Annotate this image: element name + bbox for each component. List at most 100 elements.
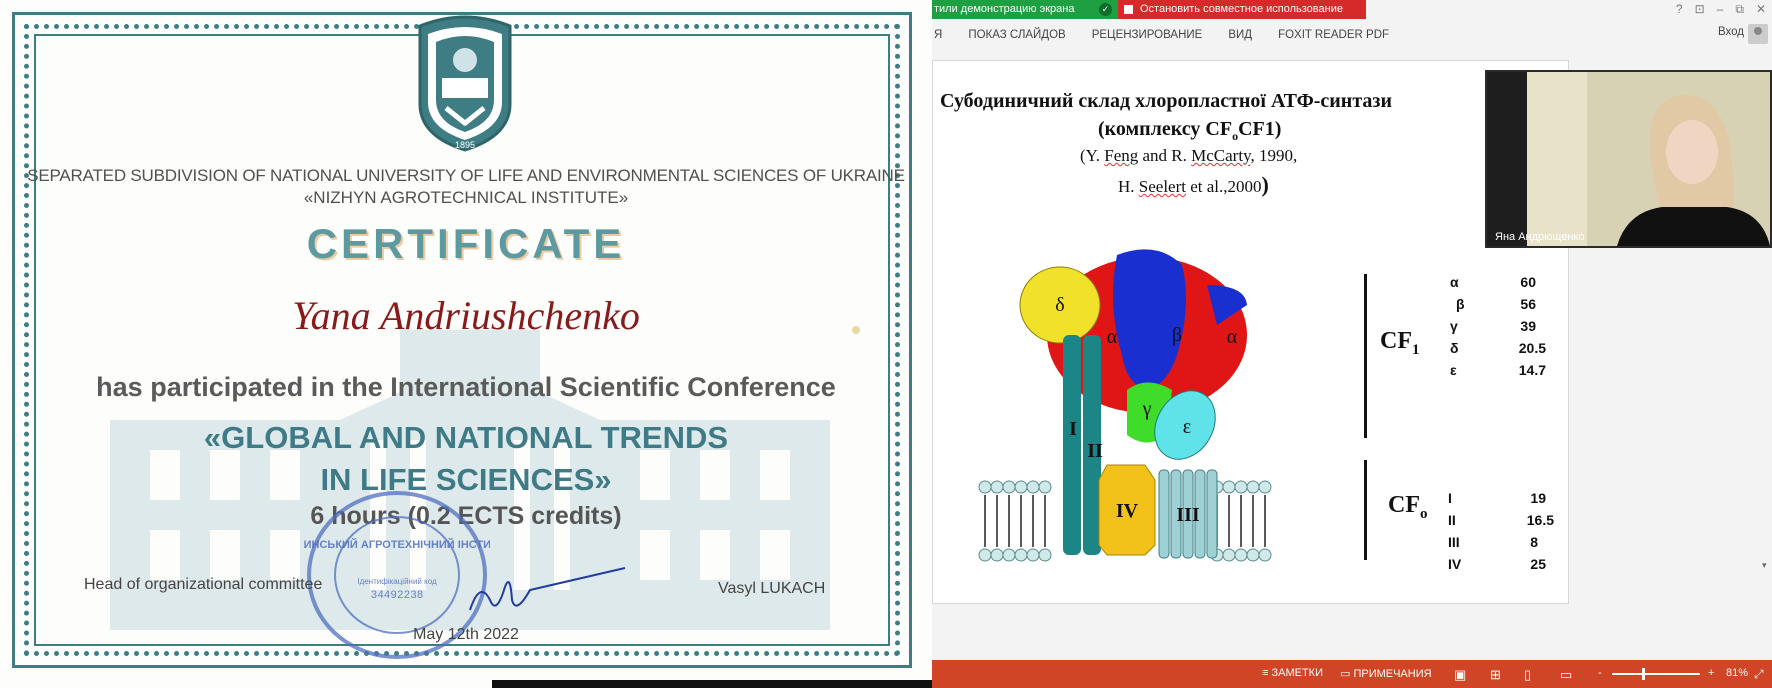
table-row: ε 14.7 — [1450, 362, 1554, 384]
restore-button[interactable]: ⧉ — [1735, 2, 1744, 17]
participant-name: Яна Андрющенко — [1495, 231, 1585, 243]
emblem-year: 1895 — [455, 140, 475, 150]
ref1-e: , 1990, — [1250, 146, 1298, 165]
stop-sharing-button[interactable]: Остановить совместное использование — [1118, 0, 1366, 19]
mass-III: 8 — [1530, 534, 1538, 550]
subunit-II: II — [1448, 512, 1456, 528]
label-beta: β — [1172, 324, 1182, 346]
zoom-level[interactable]: 81% — [1726, 667, 1748, 679]
user-account-icon[interactable] — [1748, 24, 1768, 44]
subunit-delta: δ — [1450, 340, 1459, 356]
table-row: II 16.5 — [1448, 512, 1554, 534]
label-delta: δ — [1055, 294, 1064, 316]
label-gamma: γ — [1142, 398, 1152, 420]
cfo-sub: o — [1420, 505, 1428, 522]
subunit-alpha: α — [1450, 274, 1459, 290]
zoom-out-button[interactable]: - — [1598, 667, 1602, 679]
participation-text: has participated in the International Sc… — [96, 372, 836, 402]
ref2-a: H. — [1118, 177, 1139, 196]
mass-gamma: 39 — [1520, 318, 1536, 334]
label-epsilon: ε — [1183, 416, 1191, 438]
table-row: IV 25 — [1448, 556, 1554, 578]
mass-beta: 56 — [1520, 296, 1536, 312]
university-emblem-icon: 1895 — [418, 15, 512, 152]
certificate-date: May 12th 2022 — [413, 626, 519, 643]
sign-in-link[interactable]: Вход — [1718, 26, 1744, 38]
slide-sorter-icon[interactable]: ⊞ — [1490, 667, 1501, 683]
title2-prefix: (комплексу CF — [1098, 118, 1233, 140]
zoom-slider-track[interactable] — [1612, 673, 1700, 675]
atp-synthase-diagram: δ α β α γ ε I II IV III — [978, 249, 1272, 562]
stop-sharing-label: Остановить совместное использование — [1140, 3, 1343, 15]
notes-button[interactable]: ≡ ЗАМЕТКИ — [1262, 667, 1323, 679]
label-alpha-right: α — [1227, 326, 1238, 348]
paper-speck — [852, 326, 860, 334]
certificate-image: 1895 SEPARATED SUBDIVISION OF NATIONAL U… — [0, 0, 932, 688]
cfo-mass-table: I 19 II 16.5 III 8 IV 25 — [1448, 490, 1554, 580]
subunit-gamma: γ — [1450, 318, 1458, 334]
label-II: II — [1087, 440, 1103, 462]
webcam-video[interactable]: Яна Андрющенко — [1485, 70, 1772, 248]
tab-partial[interactable]: Я — [932, 24, 955, 46]
reading-view-icon[interactable]: ▯ — [1524, 667, 1531, 683]
stop-square-icon — [1124, 5, 1133, 14]
org-name-line1: SEPARATED SUBDIVISION OF NATIONAL UNIVER… — [27, 166, 905, 185]
mass-delta: 20.5 — [1518, 340, 1546, 356]
org-name-line2: «NIZHYN AGROTECHNICAL INSTITUTE» — [303, 188, 629, 207]
ref1-a: (Y. — [1080, 146, 1105, 165]
notes-label: ЗАМЕТКИ — [1271, 667, 1323, 679]
slideshow-icon[interactable]: ▭ — [1560, 667, 1572, 683]
participant-video-icon — [1487, 72, 1770, 246]
tab-view[interactable]: ВИД — [1215, 24, 1265, 46]
shield-check-icon: ✓ — [1099, 3, 1112, 16]
cf1-text: CF — [1380, 328, 1412, 354]
ref2-seelert: Seelert — [1138, 177, 1186, 196]
normal-view-icon[interactable]: ▣ — [1454, 667, 1466, 683]
help-button[interactable]: ? — [1676, 2, 1683, 17]
cf1-label: CF1 — [1380, 328, 1420, 359]
subunit-epsilon: ε — [1450, 362, 1457, 378]
signer-name: Vasyl LUKACH — [718, 580, 826, 597]
ref2-paren: ) — [1261, 172, 1269, 197]
tab-review[interactable]: РЕЦЕНЗИРОВАНИЕ — [1079, 24, 1216, 46]
signature-icon — [469, 567, 626, 611]
label-alpha-left: α — [1107, 326, 1118, 348]
zoom-slider-knob[interactable] — [1642, 668, 1645, 680]
stamp-text: НІЖИНСЬКИЙ АГРОТЕХНІЧНИЙ ІНСТИТУТ — [304, 538, 490, 551]
ref1-c: and R. — [1138, 146, 1192, 165]
head-committee-label: Head of organizational committee — [84, 576, 323, 593]
tab-slideshow[interactable]: ПОКАЗ СЛАЙДОВ — [955, 24, 1078, 46]
minimize-button[interactable]: – — [1717, 2, 1724, 17]
comments-button[interactable]: ▭ ПРИМЕЧАНИЯ — [1340, 667, 1432, 680]
subunit-III: III — [1448, 534, 1460, 550]
table-row: I 19 — [1448, 490, 1554, 512]
table-row: γ 39 — [1450, 318, 1554, 340]
ref2-c: et al.,2000 — [1185, 177, 1262, 196]
table-row: α 60 — [1450, 274, 1554, 296]
stamp-small-text: Ідентифікаційний код — [357, 577, 437, 586]
table-row: β 56 — [1450, 296, 1554, 318]
slide-reference-line2: H. Seelert et al.,2000) — [1118, 172, 1269, 198]
label-I: I — [1069, 418, 1077, 440]
status-bar: ≡ ЗАМЕТКИ ▭ ПРИМЕЧАНИЯ ▣ ⊞ ▯ ▭ - + 81% ⤢ — [932, 660, 1772, 688]
tab-foxit[interactable]: FOXIT READER PDF — [1265, 24, 1402, 46]
table-row: δ 20.5 — [1450, 340, 1554, 362]
close-button[interactable]: ✕ — [1756, 2, 1766, 17]
ref1-feng: Feng — [1104, 146, 1139, 165]
zoom-in-button[interactable]: + — [1708, 667, 1714, 679]
cf1-mass-table: α 60 β 56 γ 39 δ 20.5 ε 14.7 — [1450, 274, 1554, 384]
cfo-bracket — [1364, 460, 1367, 560]
mass-IV: 25 — [1530, 556, 1546, 572]
slide-title-line1: Субодиничний склад хлоропластної АТФ-син… — [940, 90, 1392, 112]
scroll-down-icon[interactable]: ▾ — [1762, 560, 1767, 571]
ribbon-display-button[interactable]: ⊡ — [1695, 2, 1705, 17]
recipient-name: Yana Andriushchenko — [292, 293, 640, 338]
subunit-beta: β — [1456, 296, 1465, 312]
cfo-text: CF — [1388, 492, 1420, 518]
screen-share-bar: тили демонстрацию экрана ✓ Остановить со… — [932, 0, 1366, 19]
taskbar-strip — [492, 680, 932, 688]
share-status-banner[interactable]: тили демонстрацию экрана ✓ — [932, 0, 1118, 19]
fit-slide-icon[interactable]: ⤢ — [1754, 667, 1764, 682]
subunit-I: I — [1448, 490, 1452, 506]
comments-label: ПРИМЕЧАНИЯ — [1353, 668, 1432, 680]
